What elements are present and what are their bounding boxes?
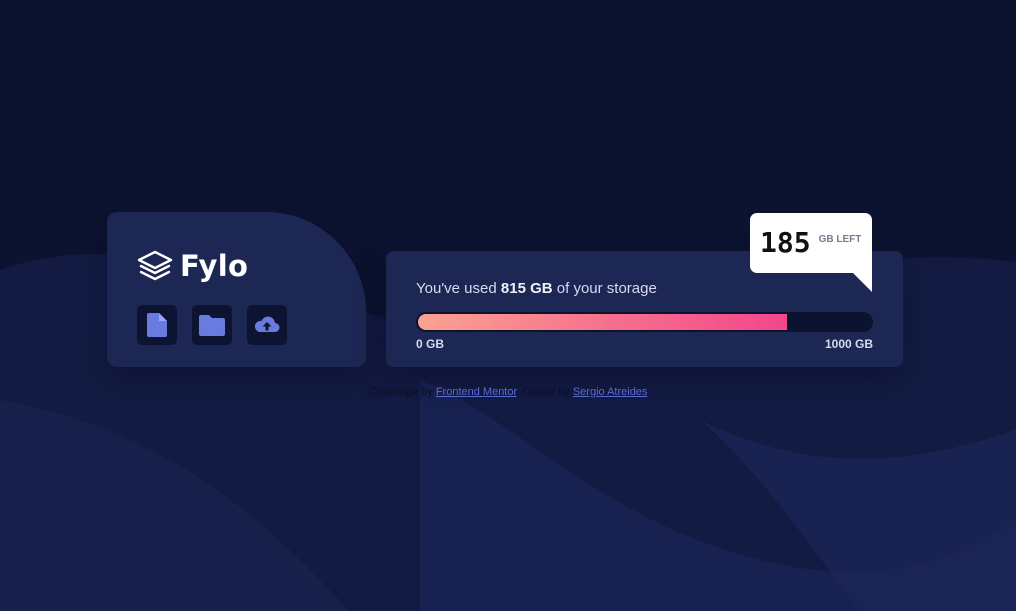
folder-button[interactable] [192, 305, 232, 345]
frontend-mentor-link[interactable]: Frontend Mentor [436, 386, 517, 398]
challenge-prefix: Challenge by [368, 386, 433, 398]
storage-progress-track [416, 312, 873, 332]
usage-suffix: of your storage [556, 280, 657, 297]
stacked-layers-icon [137, 250, 173, 281]
file-actions-toolbar [137, 305, 302, 345]
storage-progress-fill [418, 314, 787, 330]
storage-usage-text: You've used 815 GB of your storage [416, 280, 657, 297]
logo-card: Fylo [107, 212, 366, 367]
usage-prefix: You've used [416, 280, 497, 297]
remaining-value: 185 [760, 226, 811, 259]
progress-max-label: 1000 GB [824, 337, 873, 351]
author-link[interactable]: Sergio Atreides [573, 386, 648, 398]
brand-name: Fylo [180, 249, 249, 283]
document-button[interactable] [137, 305, 177, 345]
progress-min-label: 0 GB [416, 337, 445, 351]
remaining-unit: GB LEFT [818, 233, 862, 245]
folder-icon [199, 314, 225, 336]
used-amount: 815 GB [500, 280, 553, 297]
remaining-callout: 185 GB LEFT [750, 213, 872, 273]
coded-prefix: Coded by [522, 386, 570, 398]
callout-tail [852, 272, 872, 292]
brand-logo: Fylo [137, 249, 248, 283]
document-icon [147, 313, 167, 337]
cloud-upload-icon [254, 316, 280, 332]
attribution: Challenge by Frontend Mentor. Coded by S… [0, 386, 1016, 398]
upload-button[interactable] [247, 305, 287, 345]
attribution-separator: . [516, 386, 520, 398]
